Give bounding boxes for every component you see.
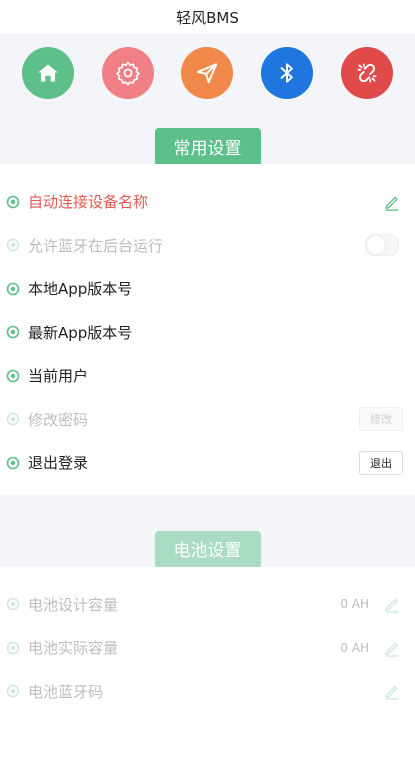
current-user-row: 当前用户 xyxy=(0,354,415,398)
tab-battery-settings[interactable]: 电池设置 xyxy=(154,530,261,567)
unlink-button[interactable] xyxy=(341,47,394,99)
design-capacity-value: 0 AH xyxy=(340,597,369,612)
title-bar: 轻风BMS xyxy=(0,0,415,34)
common-settings-panel: 自动连接设备名称 允许蓝牙在后台运行 本地App版本号 最新App版本号 当前用… xyxy=(0,164,415,495)
send-button[interactable] xyxy=(181,47,234,99)
settings-button[interactable] xyxy=(101,47,154,99)
app-title: 轻风BMS xyxy=(176,8,239,27)
home-button[interactable] xyxy=(21,47,74,99)
home-icon xyxy=(38,64,58,82)
design-capacity-row: 电池设计容量 0 AH xyxy=(0,583,415,627)
edit-icon[interactable] xyxy=(383,595,401,614)
latest-version-label: 最新App版本号 xyxy=(28,323,133,342)
actual-capacity-row: 电池实际容量 0 AH xyxy=(0,626,415,670)
edit-icon[interactable] xyxy=(383,193,401,211)
bullet-icon xyxy=(6,597,20,611)
tab-common-settings-label: 常用设置 xyxy=(173,138,242,159)
bullet-icon xyxy=(6,641,20,655)
local-version-label: 本地App版本号 xyxy=(28,280,133,299)
logout-row: 退出登录 退出 xyxy=(0,441,415,485)
logout-label: 退出登录 xyxy=(28,454,89,473)
bullet-icon xyxy=(6,412,20,426)
current-user-label: 当前用户 xyxy=(28,367,89,386)
battery-settings-header: 电池设置 xyxy=(0,530,415,567)
broken-link-icon xyxy=(357,63,377,83)
actual-capacity-value: 0 AH xyxy=(340,640,369,655)
bullet-icon xyxy=(6,282,20,296)
change-password-row: 修改密码 修改 xyxy=(0,398,415,442)
battery-settings-panel: 电池设计容量 0 AH 电池实际容量 0 AH 电池蓝牙码 xyxy=(0,566,415,783)
bullet-icon xyxy=(6,684,20,698)
local-version-row: 本地App版本号 xyxy=(0,267,415,311)
logout-button[interactable]: 退出 xyxy=(359,450,403,475)
bullet-icon xyxy=(6,369,20,383)
bullet-icon xyxy=(6,325,20,339)
bluetooth-code-label: 电池蓝牙码 xyxy=(28,682,104,701)
latest-version-row: 最新App版本号 xyxy=(0,311,415,355)
edit-icon[interactable] xyxy=(383,639,401,657)
tab-common-settings[interactable]: 常用设置 xyxy=(154,128,261,164)
change-password-label: 修改密码 xyxy=(28,410,89,429)
background-run-label: 允许蓝牙在后台运行 xyxy=(28,236,164,255)
bluetooth-code-row: 电池蓝牙码 xyxy=(0,670,415,714)
background-run-row: 允许蓝牙在后台运行 xyxy=(0,224,415,268)
nav-bar xyxy=(0,34,415,112)
gear-icon xyxy=(115,61,140,86)
change-password-button[interactable]: 修改 xyxy=(359,407,403,432)
actual-capacity-label: 电池实际容量 xyxy=(28,639,119,658)
bullet-icon xyxy=(6,195,20,209)
tab-battery-settings-label: 电池设置 xyxy=(173,541,242,561)
background-run-toggle[interactable] xyxy=(365,234,399,257)
common-settings-header: 常用设置 xyxy=(0,128,415,164)
auto-connect-row[interactable]: 自动连接设备名称 xyxy=(0,180,415,224)
design-capacity-label: 电池设计容量 xyxy=(28,595,119,614)
bluetooth-icon xyxy=(280,63,294,83)
toggle-knob xyxy=(367,236,385,255)
send-icon xyxy=(197,63,218,84)
bluetooth-button[interactable] xyxy=(261,47,314,99)
bullet-icon xyxy=(6,456,20,470)
edit-icon[interactable] xyxy=(383,682,401,701)
bullet-icon xyxy=(6,238,20,252)
auto-connect-label: 自动连接设备名称 xyxy=(28,193,149,212)
